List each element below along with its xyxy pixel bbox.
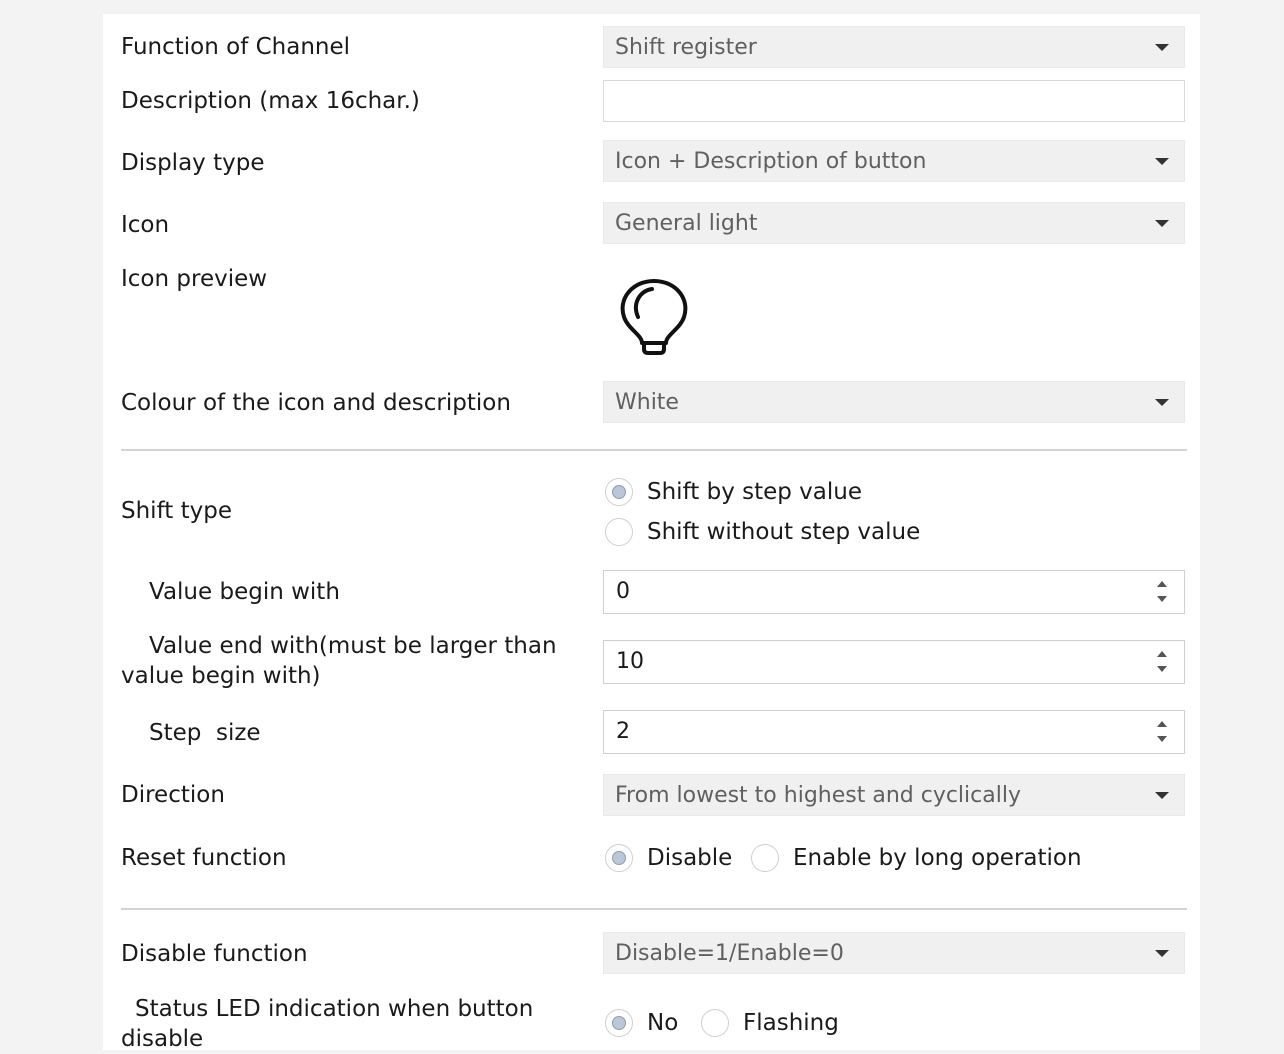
value-end-value: 10 xyxy=(616,649,644,674)
icon-preview-label: Icon preview xyxy=(121,266,268,292)
colour-value: White xyxy=(615,390,679,415)
icon-select[interactable]: General light xyxy=(603,202,1185,244)
display-type-value: Icon + Description of button xyxy=(615,149,927,174)
reset-function-label: Reset function xyxy=(121,845,287,871)
colour-select[interactable]: White xyxy=(603,381,1185,423)
radio-button[interactable] xyxy=(751,844,779,872)
spin-down-icon[interactable] xyxy=(1157,596,1167,602)
icon-row: Icon General light xyxy=(103,202,1200,244)
radio-button-checked[interactable] xyxy=(605,478,633,506)
value-begin-value: 0 xyxy=(616,579,630,604)
chevron-down-icon xyxy=(1155,220,1169,227)
function-of-channel-label: Function of Channel xyxy=(121,34,351,60)
chevron-down-icon xyxy=(1155,158,1169,165)
display-type-row: Display type Icon + Description of butto… xyxy=(103,140,1200,182)
description-input[interactable] xyxy=(603,80,1185,122)
section-divider xyxy=(121,908,1187,910)
value-begin-row: Value begin with 0 xyxy=(103,570,1200,614)
parameter-panel: Function of Channel Shift register Descr… xyxy=(103,14,1200,1052)
direction-value: From lowest to highest and cyclically xyxy=(615,783,1021,808)
radio-label: Flashing xyxy=(743,1010,839,1036)
direction-row: Direction From lowest to highest and cyc… xyxy=(103,774,1200,816)
radio-label: Shift without step value xyxy=(647,519,921,545)
light-bulb-icon xyxy=(620,279,688,355)
spin-up-icon[interactable] xyxy=(1157,651,1167,657)
section-divider xyxy=(121,449,1187,451)
step-size-label: Step size xyxy=(149,720,261,746)
disable-function-value: Disable=1/Enable=0 xyxy=(615,941,844,966)
radio-label: Enable by long operation xyxy=(793,845,1082,871)
display-type-select[interactable]: Icon + Description of button xyxy=(603,140,1185,182)
chevron-down-icon xyxy=(1155,792,1169,799)
function-of-channel-select[interactable]: Shift register xyxy=(603,26,1185,68)
icon-value: General light xyxy=(615,211,758,236)
icon-label: Icon xyxy=(121,212,170,238)
step-size-spinbox[interactable]: 2 xyxy=(603,710,1185,754)
step-size-value: 2 xyxy=(616,719,630,744)
spin-up-icon[interactable] xyxy=(1157,581,1167,587)
spin-down-icon[interactable] xyxy=(1157,736,1167,742)
radio-dot xyxy=(612,1016,626,1030)
description-row: Description (max 16char.) xyxy=(103,80,1200,122)
chevron-down-icon xyxy=(1155,399,1169,406)
disable-function-row: Disable function Disable=1/Enable=0 xyxy=(103,932,1200,974)
direction-label: Direction xyxy=(121,782,225,808)
direction-select[interactable]: From lowest to highest and cyclically xyxy=(603,774,1185,816)
radio-button[interactable] xyxy=(701,1009,729,1037)
value-end-row: Value end with(must be larger than value… xyxy=(103,633,1200,689)
radio-dot xyxy=(612,851,626,865)
function-of-channel-row: Function of Channel Shift register xyxy=(103,26,1200,68)
radio-label: Shift by step value xyxy=(647,479,862,505)
radio-label: No xyxy=(647,1010,679,1036)
radio-button[interactable] xyxy=(605,518,633,546)
radio-label: Disable xyxy=(647,845,733,871)
chevron-down-icon xyxy=(1155,950,1169,957)
value-begin-label: Value begin with xyxy=(149,579,340,605)
chevron-down-icon xyxy=(1155,44,1169,51)
radio-button-checked[interactable] xyxy=(605,1009,633,1037)
disable-function-label: Disable function xyxy=(121,941,308,967)
shift-type-label: Shift type xyxy=(121,498,232,524)
colour-row: Colour of the icon and description White xyxy=(103,381,1200,423)
colour-label: Colour of the icon and description xyxy=(121,390,511,416)
step-size-row: Step size 2 xyxy=(103,710,1200,754)
status-led-label: Status LED indication when button disabl… xyxy=(121,996,534,1052)
disable-function-select[interactable]: Disable=1/Enable=0 xyxy=(603,932,1185,974)
value-begin-spinbox[interactable]: 0 xyxy=(603,570,1185,614)
spin-down-icon[interactable] xyxy=(1157,666,1167,672)
value-end-label: Value end with(must be larger than value… xyxy=(121,633,557,689)
description-label: Description (max 16char.) xyxy=(121,88,420,114)
radio-dot xyxy=(612,485,626,499)
value-end-spinbox[interactable]: 10 xyxy=(603,640,1185,684)
function-of-channel-value: Shift register xyxy=(615,35,757,60)
radio-button-checked[interactable] xyxy=(605,844,633,872)
display-type-label: Display type xyxy=(121,150,265,176)
spin-up-icon[interactable] xyxy=(1157,721,1167,727)
